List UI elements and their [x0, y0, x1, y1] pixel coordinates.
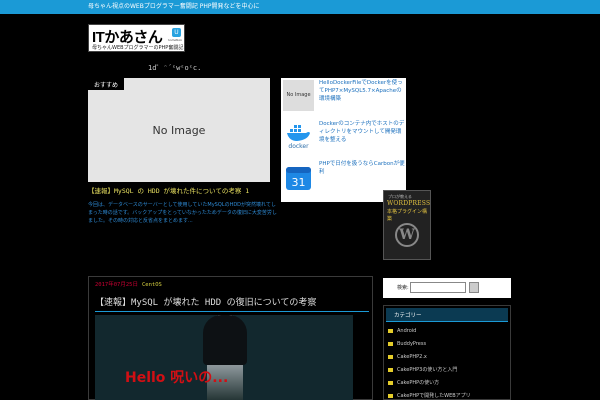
post-thumbnail[interactable]: Hello 呪いの...: [95, 315, 353, 400]
nav-text[interactable]: 1d゜ᵔ´ᵋwᵋoᵋc.: [148, 63, 201, 73]
post-meta: 2017年07月25日 CentOS: [95, 280, 162, 288]
category-heading-label: カテゴリー: [394, 313, 422, 319]
site-logo[interactable]: ITかあさん 母ちゃんWEBプログラマーのPHP奮闘記 U U-motion: [88, 24, 185, 52]
post-date: 2017年07月25日: [95, 282, 138, 288]
category-item[interactable]: CakePHPの使い方: [388, 379, 471, 392]
category-item[interactable]: BuddyPress: [388, 340, 471, 353]
logo-subtitle: 母ちゃんWEBプログラマーのPHP奮闘記: [92, 45, 184, 51]
badge-label: U-motion: [168, 38, 182, 42]
docker-icon[interactable]: docker: [283, 120, 314, 151]
calendar-icon[interactable]: 31: [283, 162, 314, 193]
related-post-title[interactable]: PHPで日付を扱うならCarbonが便利: [319, 160, 405, 176]
site-tagline: 母ちゃん視点のWEBプログラマー奮闘記 PHP開発などを中心に: [88, 3, 260, 10]
top-bar: 母ちゃん視点のWEBプログラマー奮闘記 PHP開発などを中心に: [0, 0, 600, 14]
post-category[interactable]: CentOS: [142, 282, 162, 288]
search-button[interactable]: [469, 282, 479, 293]
no-image-text: No Image: [152, 124, 206, 137]
featured-image[interactable]: おすすめ No Image: [88, 78, 270, 182]
related-post-title[interactable]: HelloDockerFileでDockerを使ってPHP7×MySQL5.7×…: [319, 79, 405, 103]
category-item[interactable]: CakePHP3の使い方と入門: [388, 366, 471, 379]
featured-title[interactable]: 【速報】MySQL の HDD が壊れた件についての考察 1: [88, 185, 249, 195]
book-banner[interactable]: プロが教える WORDPRESS 本格プラグイン構築 W: [383, 190, 431, 260]
post-card: 2017年07月25日 CentOS 【速報】MySQL が壊れた HDD の復旧…: [88, 276, 373, 400]
post-title[interactable]: 【速報】MySQL が壊れた HDD の復旧についての考察: [95, 295, 316, 308]
category-list: Android BuddyPress CakePHP2.x CakePHP3の使…: [388, 327, 471, 400]
search-label: 検索:: [397, 285, 409, 291]
no-image-thumb[interactable]: No Image: [283, 80, 314, 111]
category-item[interactable]: CakePHPで開発したWEBアプリ: [388, 392, 471, 400]
category-item[interactable]: Android: [388, 327, 471, 340]
search-input[interactable]: [410, 282, 466, 293]
book-subtitle: 本格プラグイン構築: [387, 209, 428, 222]
wordpress-icon: W: [395, 223, 419, 247]
category-item[interactable]: CakePHP2.x: [388, 353, 471, 366]
category-heading: カテゴリー: [386, 308, 508, 322]
thumbnail-caption: Hello 呪いの...: [125, 370, 229, 386]
book-title: WORDPRESS: [387, 200, 431, 207]
featured-tag: おすすめ: [88, 78, 125, 90]
related-posts: No Image HelloDockerFileでDockerを使ってPHP7×…: [281, 78, 406, 202]
related-post-title[interactable]: Dockerのコンテナ内でホストのディレクトリをマウントして開発環境を整える: [319, 120, 405, 144]
category-widget: カテゴリー Android BuddyPress CakePHP2.x Cake…: [383, 305, 511, 400]
u-motion-icon: U: [172, 28, 181, 37]
svg-text:docker: docker: [288, 143, 309, 150]
search-box: 検索:: [383, 278, 511, 298]
ghost-hair: [203, 315, 247, 365]
featured-excerpt[interactable]: 今回は、データベースのサーバーとして使用していたMySQLのHDDが突然壊れてし…: [88, 201, 278, 225]
svg-text:31: 31: [292, 176, 306, 189]
title-divider: [95, 311, 369, 312]
